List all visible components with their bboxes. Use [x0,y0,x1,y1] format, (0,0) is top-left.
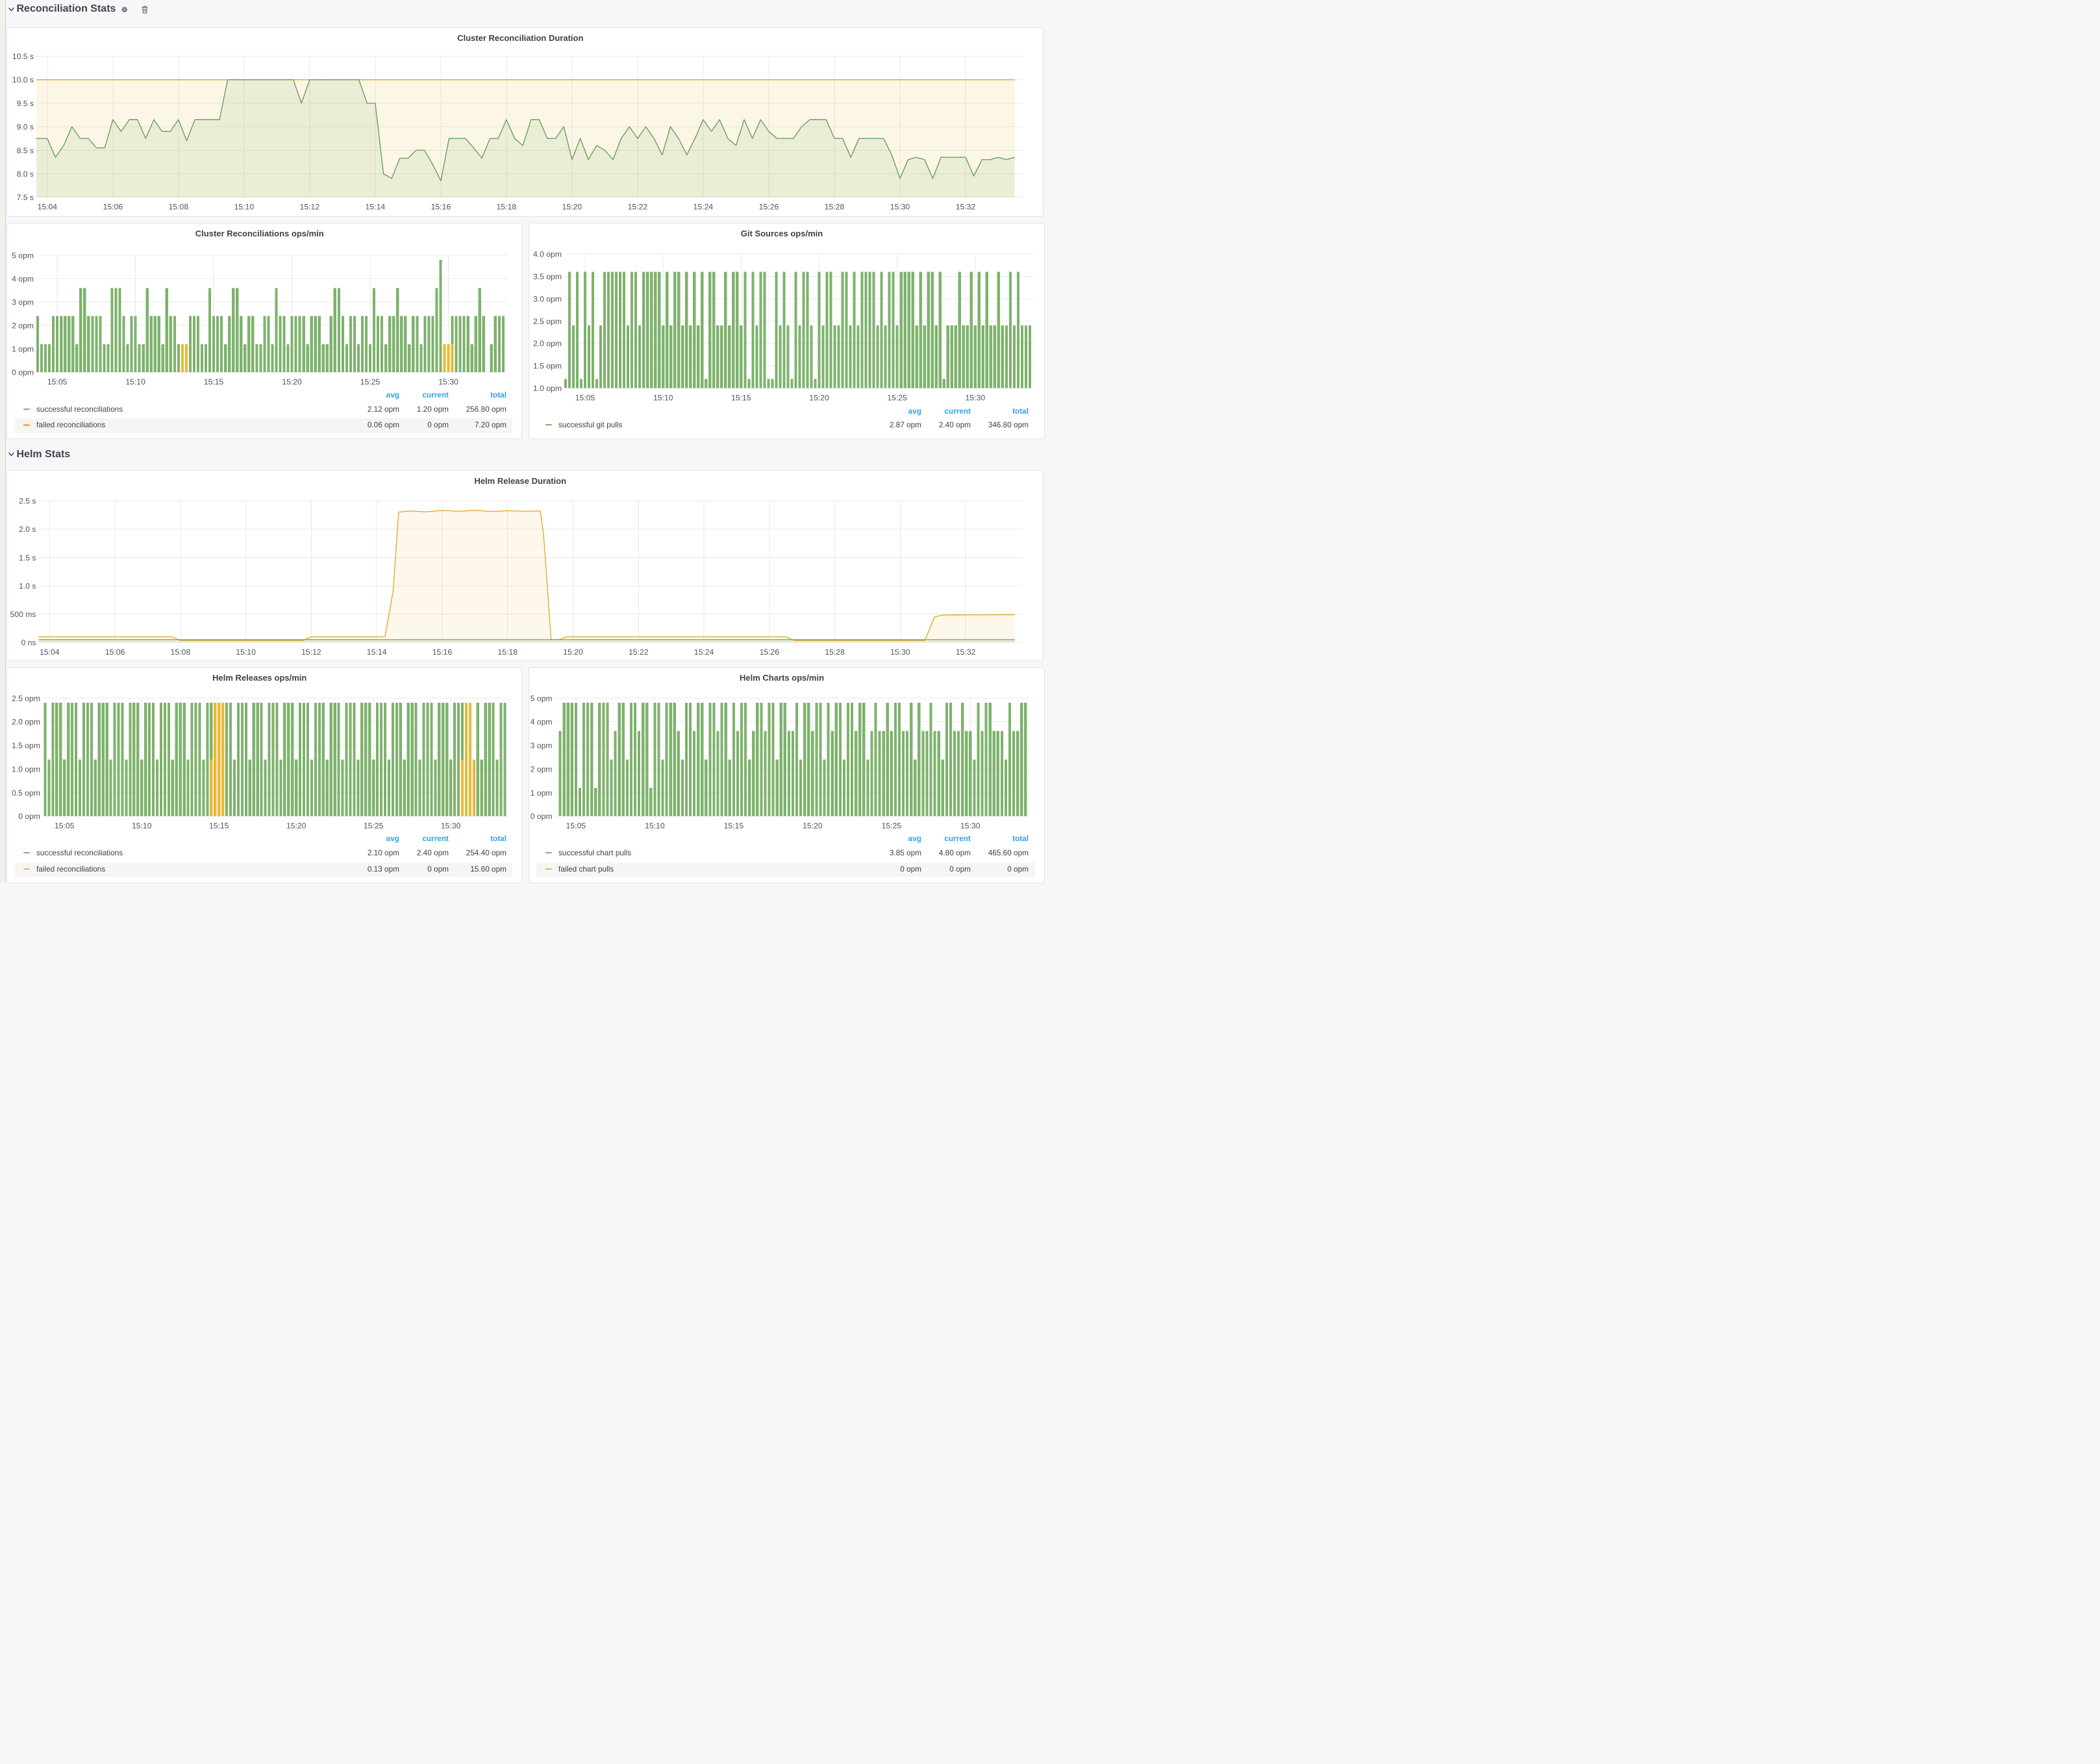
svg-text:9.0 s: 9.0 s [16,122,33,131]
svg-text:15:24: 15:24 [694,648,714,657]
svg-text:15:14: 15:14 [365,202,385,211]
svg-text:15:20: 15:20 [562,202,582,211]
svg-text:1.0 s: 1.0 s [19,581,36,590]
svg-text:15:06: 15:06 [103,202,123,211]
svg-text:15:18: 15:18 [496,202,516,211]
svg-text:15:22: 15:22 [629,648,649,657]
svg-text:15:14: 15:14 [366,648,386,657]
svg-text:15:22: 15:22 [627,202,647,211]
svg-text:15:24: 15:24 [693,202,713,211]
svg-text:15:16: 15:16 [431,202,451,211]
svg-text:15:10: 15:10 [236,648,256,657]
svg-text:500 ms: 500 ms [10,610,36,619]
svg-text:15:32: 15:32 [955,202,975,211]
svg-text:8.0 s: 8.0 s [16,170,33,179]
svg-text:15:26: 15:26 [759,648,779,657]
svg-text:15:08: 15:08 [170,648,190,657]
svg-text:15:16: 15:16 [432,648,452,657]
svg-text:15:28: 15:28 [824,202,844,211]
svg-text:15:18: 15:18 [497,648,518,657]
svg-text:10.0 s: 10.0 s [12,75,33,84]
svg-text:7.5 s: 7.5 s [16,193,33,202]
svg-text:15:26: 15:26 [758,202,779,211]
svg-text:9.5 s: 9.5 s [16,99,33,108]
svg-text:15:12: 15:12 [301,648,321,657]
svg-text:0 ns: 0 ns [21,638,36,647]
svg-text:15:12: 15:12 [299,202,319,211]
svg-text:15:08: 15:08 [168,202,188,211]
svg-text:15:32: 15:32 [955,648,975,657]
svg-text:15:04: 15:04 [40,648,60,657]
svg-text:15:20: 15:20 [563,648,583,657]
svg-text:15:04: 15:04 [37,202,57,211]
svg-text:2.0 s: 2.0 s [19,525,36,534]
svg-text:15:06: 15:06 [105,648,125,657]
svg-text:10.5 s: 10.5 s [12,52,33,61]
svg-text:2.5 s: 2.5 s [19,496,36,505]
svg-text:1.5 s: 1.5 s [19,553,36,562]
svg-text:15:10: 15:10 [234,202,254,211]
svg-text:15:30: 15:30 [890,648,910,657]
svg-text:15:28: 15:28 [825,648,845,657]
svg-text:8.5 s: 8.5 s [16,145,33,155]
svg-text:15:30: 15:30 [890,202,910,211]
